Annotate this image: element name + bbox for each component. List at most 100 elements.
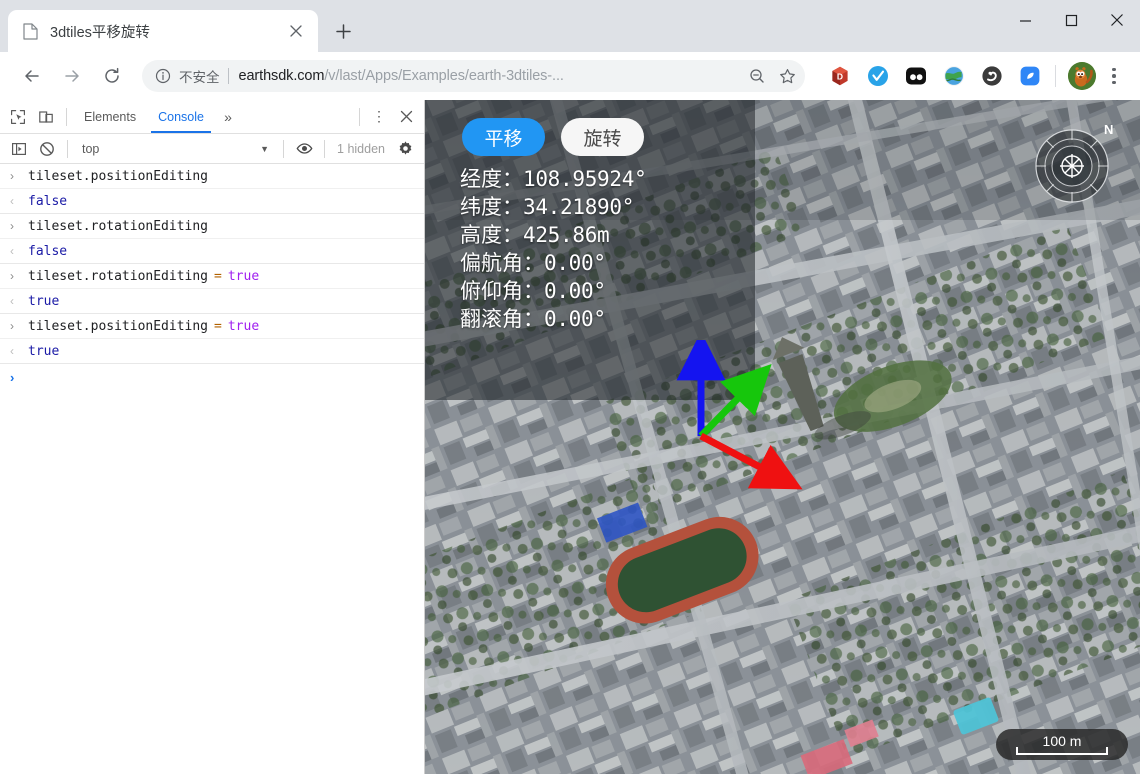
extension-green-globe-icon[interactable] bbox=[940, 62, 968, 90]
eye-icon[interactable] bbox=[290, 136, 318, 162]
hidden-messages-count[interactable]: 1 hidden bbox=[337, 142, 385, 156]
console-result: false bbox=[28, 193, 68, 209]
height-row: 高度： 425.86m bbox=[460, 222, 677, 250]
svg-text:D: D bbox=[837, 71, 843, 81]
address-bar[interactable]: 不安全 earthsdk.com/v/last/Apps/Examples/ea… bbox=[142, 60, 805, 92]
console-toolbar-divider-2 bbox=[283, 139, 285, 158]
extension-red-cube-icon[interactable]: D bbox=[826, 62, 854, 90]
url-host: earthsdk.com bbox=[238, 68, 325, 84]
tab-strip: 3dtiles平移旋转 bbox=[0, 0, 1140, 52]
extension-icons: D bbox=[813, 62, 1049, 90]
extension-blue-note-icon[interactable] bbox=[1016, 62, 1044, 90]
console-expression: tileset.positionEditing bbox=[28, 318, 209, 334]
tab-console[interactable]: Console bbox=[147, 100, 215, 133]
console-input-row[interactable]: › tileset.positionEditing bbox=[0, 164, 424, 189]
pitch-row: 俯仰角： 0.00° bbox=[460, 278, 677, 306]
yaw-value: 0.00° bbox=[544, 250, 606, 275]
back-button[interactable] bbox=[15, 59, 49, 93]
extension-black-dots-icon[interactable] bbox=[902, 62, 930, 90]
maximize-button[interactable] bbox=[1048, 0, 1094, 40]
output-arrow-icon: ‹ bbox=[10, 294, 14, 308]
mode-toggle-group: 平移 旋转 bbox=[462, 118, 677, 156]
extension-dark-circle-icon[interactable] bbox=[978, 62, 1006, 90]
scale-bar-ruler bbox=[1016, 746, 1108, 755]
console-expression: tileset.rotationEditing bbox=[28, 218, 209, 234]
zoom-out-icon[interactable] bbox=[743, 62, 771, 90]
yaw-label: 偏航角： bbox=[460, 250, 544, 275]
console-input-row[interactable]: › tileset.rotationEditing bbox=[0, 214, 424, 239]
translate-gizmo[interactable] bbox=[675, 331, 815, 500]
console-output-row: ‹ false bbox=[0, 189, 424, 214]
user-avatar[interactable] bbox=[1068, 62, 1096, 90]
inspect-element-icon[interactable] bbox=[4, 104, 32, 130]
rotate-mode-button[interactable]: 旋转 bbox=[561, 118, 644, 156]
axis-y-line bbox=[698, 364, 772, 439]
star-icon[interactable] bbox=[773, 62, 801, 90]
close-button[interactable] bbox=[1094, 0, 1140, 40]
scale-bar-inner: 100 m bbox=[1008, 733, 1116, 756]
page-icon bbox=[22, 22, 38, 40]
tileset-info-panel: 平移 旋转 经度： 108.95924° 纬度： 34.21890° 高度： 4… bbox=[452, 108, 677, 340]
console-result: false bbox=[28, 243, 68, 259]
tab-close-button[interactable] bbox=[284, 19, 308, 43]
console-toolbar-divider-3 bbox=[324, 139, 326, 158]
device-toolbar-icon[interactable] bbox=[32, 104, 60, 130]
devtools-menu-button[interactable]: ⋮ bbox=[366, 104, 392, 130]
compass-north-label: N bbox=[1104, 122, 1113, 137]
input-arrow-icon: › bbox=[10, 219, 14, 233]
clear-console-icon[interactable] bbox=[33, 136, 61, 162]
input-arrow-icon: › bbox=[10, 319, 14, 333]
browser-toolbar: 不安全 earthsdk.com/v/last/Apps/Examples/ea… bbox=[0, 52, 1140, 100]
omnibox-divider bbox=[227, 68, 229, 84]
console-assigned-value: true bbox=[227, 318, 260, 334]
devtools-divider bbox=[66, 107, 67, 126]
console-result: true bbox=[28, 343, 60, 359]
pitch-value: 0.00° bbox=[544, 278, 606, 303]
input-arrow-icon: › bbox=[10, 169, 14, 183]
prompt-caret-icon: › bbox=[10, 369, 15, 385]
axis-x-line bbox=[699, 432, 803, 490]
info-circle-icon[interactable] bbox=[154, 67, 172, 85]
browser-tab[interactable]: 3dtiles平移旋转 bbox=[8, 10, 318, 52]
input-arrow-icon: › bbox=[10, 269, 14, 283]
compass-widget[interactable]: N bbox=[1026, 118, 1118, 210]
console-operator: = bbox=[214, 318, 222, 334]
url-path: /v/last/Apps/Examples/earth-3dtiles-... bbox=[324, 68, 564, 84]
url-text: earthsdk.com/v/last/Apps/Examples/earth-… bbox=[239, 68, 742, 84]
console-log[interactable]: › tileset.positionEditing ‹ false › tile… bbox=[0, 164, 424, 774]
new-tab-button[interactable] bbox=[328, 16, 358, 46]
reload-button[interactable] bbox=[95, 59, 129, 93]
scale-bar: 100 m bbox=[996, 729, 1128, 760]
console-sidebar-icon[interactable] bbox=[5, 136, 33, 162]
devtools-close-button[interactable] bbox=[392, 104, 420, 130]
console-operator: = bbox=[214, 268, 222, 284]
height-label: 高度： bbox=[460, 222, 523, 247]
latitude-value: 34.21890° bbox=[523, 194, 635, 219]
page-content: Elements Console » ⋮ top ▼ 1 hidden › ti… bbox=[0, 100, 1140, 774]
gear-icon[interactable] bbox=[391, 136, 419, 162]
console-output-row: ‹ true bbox=[0, 289, 424, 314]
devtools-panel: Elements Console » ⋮ top ▼ 1 hidden › ti… bbox=[0, 100, 425, 774]
console-input-row[interactable]: › tileset.rotationEditing = true bbox=[0, 264, 424, 289]
execution-context-select[interactable]: top ▼ bbox=[74, 138, 277, 160]
forward-button[interactable] bbox=[55, 59, 89, 93]
console-expression: tileset.positionEditing bbox=[28, 168, 209, 184]
map-viewport[interactable]: 平移 旋转 经度： 108.95924° 纬度： 34.21890° 高度： 4… bbox=[425, 100, 1140, 774]
window-controls bbox=[1002, 0, 1140, 40]
console-expression: tileset.rotationEditing bbox=[28, 268, 209, 284]
console-prompt[interactable]: › bbox=[0, 364, 424, 390]
height-value: 425.86m bbox=[523, 222, 610, 247]
translate-mode-button[interactable]: 平移 bbox=[462, 118, 545, 156]
minimize-button[interactable] bbox=[1002, 0, 1048, 40]
tab-elements[interactable]: Elements bbox=[73, 100, 147, 133]
security-status: 不安全 bbox=[179, 70, 220, 85]
console-input-row[interactable]: › tileset.positionEditing = true bbox=[0, 314, 424, 339]
extension-blue-check-icon[interactable] bbox=[864, 62, 892, 90]
console-toolbar-divider bbox=[67, 139, 68, 158]
output-arrow-icon: ‹ bbox=[10, 194, 14, 208]
chrome-menu-button[interactable] bbox=[1100, 61, 1128, 91]
roll-label: 翻滚角： bbox=[460, 306, 544, 331]
toolbar-divider bbox=[1055, 65, 1056, 87]
more-tabs-button[interactable]: » bbox=[215, 104, 241, 130]
console-result: true bbox=[28, 293, 60, 309]
